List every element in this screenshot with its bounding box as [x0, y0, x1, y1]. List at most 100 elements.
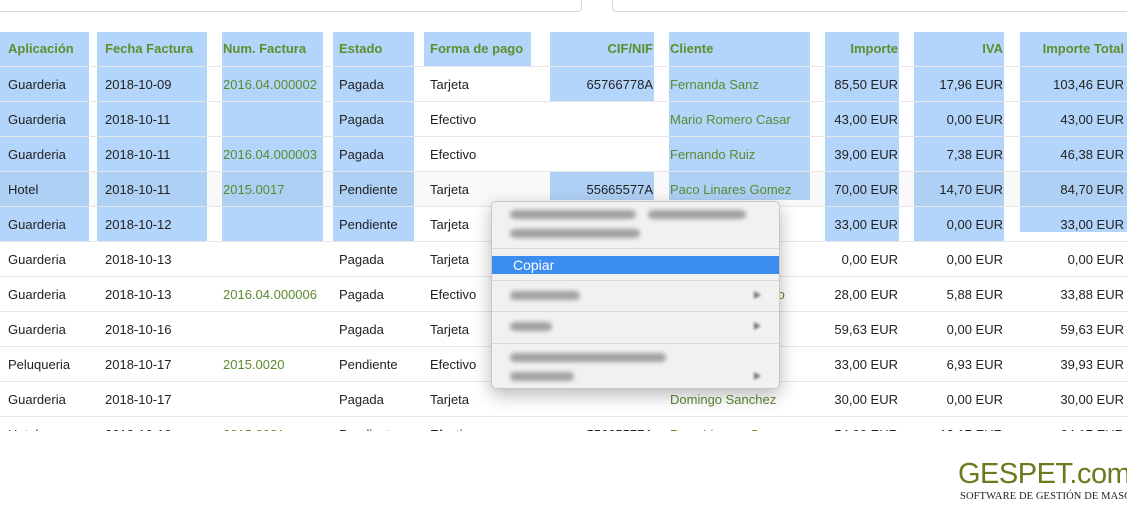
cell-iva: 0,00 EUR — [946, 216, 1003, 232]
header-iva[interactable]: IVA — [915, 30, 1003, 66]
cell-num-factura[interactable]: 2016.04.000006 — [223, 277, 323, 311]
submenu-arrow-icon — [754, 291, 761, 299]
cell-num-factura[interactable]: 2016.04.000002 — [223, 67, 323, 101]
cell-iva: 0,00 EUR — [946, 321, 1003, 337]
cell-importe-total: 0,00 EUR — [1067, 251, 1124, 267]
header-importe[interactable]: Importe — [826, 30, 898, 66]
menu-item-blurred-4[interactable] — [510, 353, 666, 362]
cell-importe-total: 46,38 EUR — [1060, 146, 1124, 162]
header-forma-pago[interactable]: Forma de pago — [430, 30, 530, 66]
cell-aplicacion: Guarderia — [8, 146, 66, 162]
logo-brand: GESPET.com — [958, 458, 1127, 490]
menu-item-blurred-1c — [510, 229, 640, 238]
cell-cif-nif: 65766778A — [586, 76, 653, 92]
cell-importe-total: 59,63 EUR — [1060, 321, 1124, 337]
cell-aplicacion: Hotel — [8, 181, 39, 197]
cell-importe: 33,00 EUR — [834, 356, 898, 372]
cell-iva: 6,93 EUR — [946, 356, 1003, 372]
cell-iva: 5,88 EUR — [946, 286, 1003, 302]
cell-num-factura[interactable] — [223, 242, 323, 276]
cell-fecha: 2018-10-13 — [105, 286, 172, 302]
cell-estado: Pendiente — [339, 356, 398, 372]
cell-importe-total: 33,88 EUR — [1060, 286, 1124, 302]
cell-cliente[interactable]: Mario Romero Casar — [670, 102, 800, 136]
cell-importe: 85,50 EUR — [834, 76, 898, 92]
cell-fecha: 2018-10-11 — [105, 146, 171, 162]
menu-item-blurred-2[interactable] — [510, 291, 580, 300]
cell-aplicacion: Guarderia — [8, 391, 66, 407]
header-fecha-factura[interactable]: Fecha Factura — [105, 30, 205, 66]
cell-cif-nif: 55665577A — [554, 417, 653, 432]
cell-cif-nif — [554, 137, 653, 171]
cell-estado: Pagada — [339, 251, 384, 267]
cell-aplicacion: Guarderia — [8, 111, 66, 127]
copy-menu-item[interactable]: Copiar — [492, 256, 779, 274]
cell-fecha: 2018-10-16 — [105, 321, 172, 337]
cell-fecha: 2018-10-18 — [105, 417, 205, 432]
cell-num-factura[interactable] — [223, 312, 323, 346]
cell-fecha: 2018-10-11 — [105, 181, 171, 197]
cell-importe: 0,00 EUR — [841, 251, 898, 267]
header-cliente[interactable]: Cliente — [670, 30, 800, 66]
header-aplicacion[interactable]: Aplicación — [8, 30, 88, 66]
menu-item-blurred-1b — [648, 210, 746, 219]
menu-separator — [492, 248, 779, 249]
logo-tagline: SOFTWARE DE GESTIÓN DE MASCOTAS — [960, 491, 1127, 502]
table-row[interactable]: Guarderia 2018-10-11 2016.04.000003 Pagada E… — [0, 137, 1127, 172]
header-importe-total[interactable]: Importe Total — [1020, 30, 1124, 66]
cell-importe: 70,00 EUR — [834, 181, 898, 197]
cell-estado: Pagada — [339, 286, 384, 302]
cell-importe-total: 84,70 EUR — [1060, 181, 1124, 197]
cell-importe-total: 33,00 EUR — [1060, 216, 1124, 232]
cell-iva: 0,00 EUR — [946, 391, 1003, 407]
cell-cliente[interactable]: Fernanda Sanz — [670, 67, 800, 101]
cell-estado: Pagada — [339, 76, 384, 92]
cell-iva: 7,38 EUR — [946, 146, 1003, 162]
cell-forma-pago: Efectivo — [430, 417, 530, 432]
submenu-arrow-icon — [754, 372, 761, 380]
cell-num-factura[interactable]: 2015.0017 — [223, 172, 323, 206]
cell-cliente[interactable]: Fernando Ruiz — [670, 137, 800, 171]
header-cif-nif[interactable]: CIF/NIF — [554, 30, 654, 66]
menu-item-blurred-3[interactable] — [510, 322, 552, 331]
cell-importe: 59,63 EUR — [834, 321, 898, 337]
cell-iva: 14,70 EUR — [939, 181, 1003, 197]
cell-estado: Pagada — [339, 146, 384, 162]
cell-aplicacion: Guarderia — [8, 251, 66, 267]
cell-num-factura[interactable] — [223, 207, 323, 241]
cell-importe-total: 30,00 EUR — [1060, 391, 1124, 407]
cell-importe: 39,00 EUR — [834, 146, 898, 162]
cell-importe: 28,00 EUR — [834, 286, 898, 302]
cell-iva: 17,96 EUR — [939, 76, 1003, 92]
top-input-right[interactable] — [612, 0, 1127, 12]
top-input-left[interactable] — [0, 0, 582, 12]
header-num-factura[interactable]: Num. Factura — [223, 30, 323, 66]
submenu-arrow-icon — [754, 322, 761, 330]
cell-forma-pago: Efectivo — [430, 146, 477, 162]
cell-fecha: 2018-10-17 — [105, 391, 172, 407]
cell-num-factura[interactable]: 2015.0021 — [223, 417, 323, 432]
menu-separator — [492, 280, 779, 281]
cell-cliente[interactable]: Paco Linares Gomez — [670, 417, 800, 432]
cell-importe: 54,00 EUR — [826, 417, 898, 432]
cell-num-factura[interactable]: 2016.04.000003 — [223, 137, 323, 171]
cell-estado: Pendiente — [339, 216, 398, 232]
cell-importe: 30,00 EUR — [834, 391, 898, 407]
menu-item-blurred-1[interactable] — [510, 210, 636, 219]
cell-aplicacion: Guarderia — [8, 286, 66, 302]
cell-aplicacion: Guarderia — [8, 216, 66, 232]
cell-forma-pago: Efectivo — [430, 111, 477, 127]
table-row[interactable]: Guarderia 2018-10-09 2016.04.000002 Pagada T… — [0, 67, 1127, 102]
cell-fecha: 2018-10-17 — [105, 356, 172, 372]
table-row[interactable]: Hotel 2018-10-18 2015.0021 Pendiente Efectiv… — [0, 417, 1127, 432]
header-estado[interactable]: Estado — [339, 30, 414, 66]
cell-fecha: 2018-10-09 — [105, 76, 172, 92]
cell-importe-total: 103,46 EUR — [1053, 76, 1124, 92]
cell-importe: 33,00 EUR — [834, 216, 898, 232]
cell-num-factura[interactable] — [223, 382, 323, 416]
cell-fecha: 2018-10-12 — [105, 216, 172, 232]
cell-estado: Pagada — [339, 391, 384, 407]
cell-num-factura[interactable]: 2015.0020 — [223, 347, 323, 381]
cell-num-factura[interactable] — [223, 102, 323, 136]
table-row[interactable]: Guarderia 2018-10-11 Pagada Efectivo Mario R… — [0, 102, 1127, 137]
